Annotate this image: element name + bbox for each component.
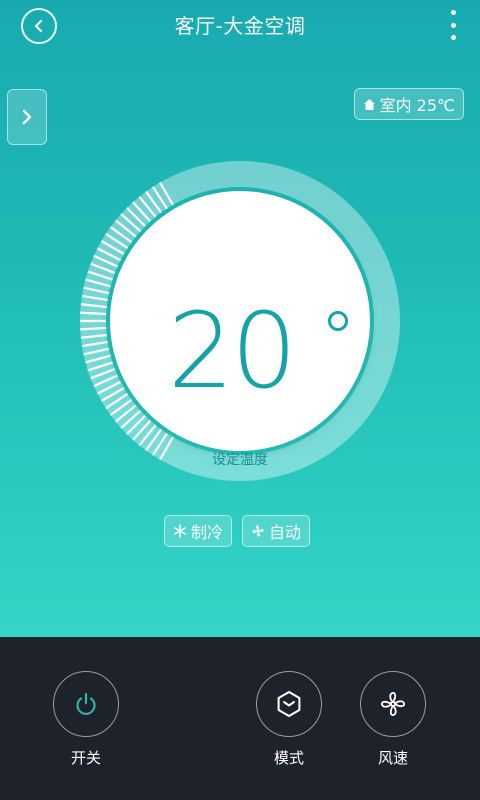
home-icon xyxy=(363,98,375,110)
fan-chip-auto[interactable]: 自动 xyxy=(242,515,311,547)
fan-icon xyxy=(252,525,264,537)
mode-button[interactable] xyxy=(256,671,322,737)
mode-control[interactable]: 模式 xyxy=(256,671,322,768)
fan-speed-label: 风速 xyxy=(377,749,408,767)
fan-speed-control[interactable]: 风速 xyxy=(360,671,426,768)
temperature-dial[interactable]: 20 设定温度 xyxy=(80,161,400,481)
chip-label: 制冷 xyxy=(191,523,224,542)
more-menu-button[interactable] xyxy=(448,10,458,40)
dial-tick xyxy=(80,311,107,316)
chip-label: 自动 xyxy=(269,523,302,542)
fan-speed-button[interactable] xyxy=(360,671,426,737)
fan-speed-icon xyxy=(381,692,405,716)
page-title: 客厅-大金空调 xyxy=(174,14,306,38)
mode-hexagon-icon xyxy=(277,691,301,717)
ac-control-screen: 客厅-大金空调 室内 25℃ 20 设定温度 制冷 自动 xyxy=(0,0,480,637)
side-panel-toggle[interactable] xyxy=(7,89,47,145)
mode-chip-cool[interactable]: 制冷 xyxy=(164,515,233,547)
indoor-temperature-badge: 室内 25℃ xyxy=(353,88,464,120)
dot-icon xyxy=(450,10,456,15)
power-button[interactable] xyxy=(53,671,119,737)
degree-symbol xyxy=(328,311,348,331)
dial-face: 20 设定温度 xyxy=(110,191,370,468)
set-temperature-label: 设定温度 xyxy=(212,452,268,468)
power-icon xyxy=(76,692,96,715)
indoor-temperature-label: 室内 25℃ xyxy=(379,96,455,115)
mode-label: 模式 xyxy=(273,749,304,767)
snowflake-icon xyxy=(174,524,186,538)
set-temperature-value: 20 xyxy=(167,290,297,412)
chevron-right-icon xyxy=(22,109,32,125)
dial-tick xyxy=(80,326,107,331)
power-control[interactable]: 开关 xyxy=(53,671,119,768)
power-label: 开关 xyxy=(70,749,101,767)
dot-icon xyxy=(450,22,456,28)
dot-icon xyxy=(450,35,456,40)
